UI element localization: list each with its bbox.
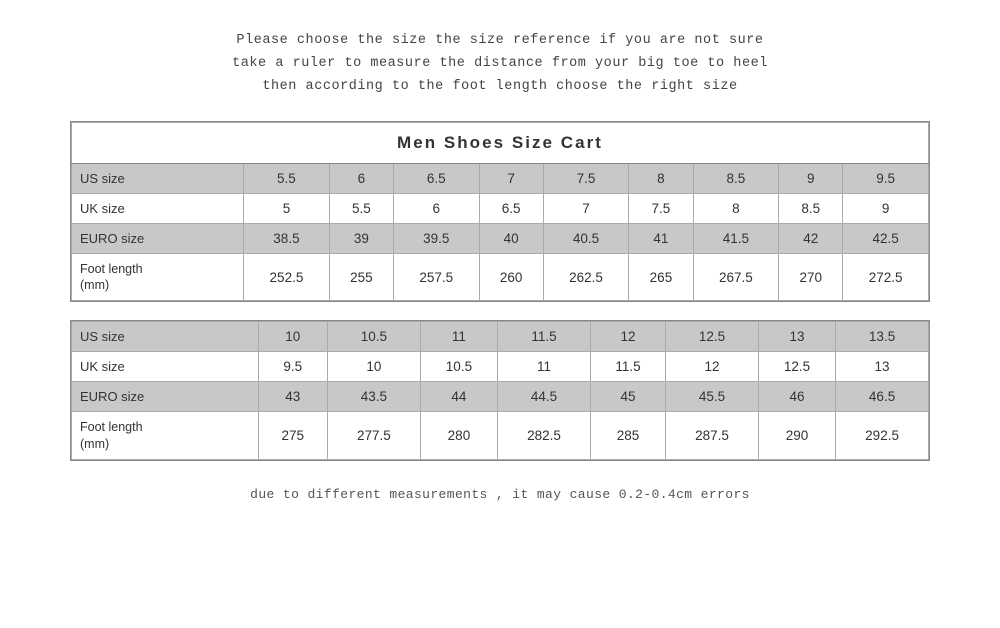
cell-value: 9 <box>843 193 929 223</box>
cell-value: 7.5 <box>629 193 693 223</box>
table-row: US size5.566.577.588.599.5 <box>72 163 929 193</box>
cell-value: 42.5 <box>843 223 929 253</box>
cell-value: 40 <box>479 223 543 253</box>
cell-value: 7 <box>543 193 629 223</box>
cell-value: 10.5 <box>327 322 420 352</box>
cell-value: 8.5 <box>779 193 843 223</box>
cell-value: 40.5 <box>543 223 629 253</box>
cell-value: 12 <box>666 352 759 382</box>
cell-value: 11.5 <box>590 352 665 382</box>
cell-value: 13 <box>836 352 929 382</box>
cell-value: 12 <box>590 322 665 352</box>
cell-value: 6.5 <box>479 193 543 223</box>
table1-container: Men Shoes Size CartUS size5.566.577.588.… <box>70 121 930 303</box>
cell-value: 8.5 <box>693 163 779 193</box>
table-row: US size1010.51111.51212.51313.5 <box>72 322 929 352</box>
cell-value: 45 <box>590 382 665 412</box>
cell-value: 12.5 <box>758 352 835 382</box>
cell-value: 280 <box>420 412 497 460</box>
intro-line3: then according to the foot length choose… <box>232 76 768 99</box>
table-row: Foot length(mm)252.5255257.5260262.52652… <box>72 253 929 301</box>
cell-value: 11 <box>420 322 497 352</box>
row-label: UK size <box>72 352 259 382</box>
table2: US size1010.51111.51212.51313.5UK size9.… <box>71 321 929 460</box>
cell-value: 6.5 <box>393 163 479 193</box>
cell-value: 46.5 <box>836 382 929 412</box>
cell-value: 5.5 <box>244 163 330 193</box>
cell-value: 265 <box>629 253 693 301</box>
cell-value: 45.5 <box>666 382 759 412</box>
cell-value: 39.5 <box>393 223 479 253</box>
row-label: EURO size <box>72 223 244 253</box>
cell-value: 42 <box>779 223 843 253</box>
cell-value: 5 <box>244 193 330 223</box>
cell-value: 11.5 <box>498 322 591 352</box>
cell-value: 41 <box>629 223 693 253</box>
cell-value: 270 <box>779 253 843 301</box>
cell-value: 11 <box>498 352 591 382</box>
table-row: UK size9.51010.51111.51212.513 <box>72 352 929 382</box>
row-label: US size <box>72 322 259 352</box>
cell-value: 46 <box>758 382 835 412</box>
cell-value: 7.5 <box>543 163 629 193</box>
cell-value: 43.5 <box>327 382 420 412</box>
cell-value: 260 <box>479 253 543 301</box>
cell-value: 12.5 <box>666 322 759 352</box>
cell-value: 10 <box>258 322 327 352</box>
cell-value: 277.5 <box>327 412 420 460</box>
cell-value: 262.5 <box>543 253 629 301</box>
cell-value: 292.5 <box>836 412 929 460</box>
cell-value: 9 <box>779 163 843 193</box>
cell-value: 6 <box>393 193 479 223</box>
cell-value: 9.5 <box>258 352 327 382</box>
cell-value: 5.5 <box>329 193 393 223</box>
cell-value: 10.5 <box>420 352 497 382</box>
table1: Men Shoes Size CartUS size5.566.577.588.… <box>71 122 929 302</box>
cell-value: 43 <box>258 382 327 412</box>
cell-value: 267.5 <box>693 253 779 301</box>
cell-value: 10 <box>327 352 420 382</box>
intro-line2: take a ruler to measure the distance fro… <box>232 53 768 76</box>
cell-value: 6 <box>329 163 393 193</box>
table-row: Foot length(mm)275277.5280282.5285287.52… <box>72 412 929 460</box>
cell-value: 290 <box>758 412 835 460</box>
row-label: EURO size <box>72 382 259 412</box>
cell-value: 13.5 <box>836 322 929 352</box>
cell-value: 38.5 <box>244 223 330 253</box>
intro-text: Please choose the size the size referenc… <box>232 30 768 99</box>
cell-value: 252.5 <box>244 253 330 301</box>
cell-value: 44.5 <box>498 382 591 412</box>
row-label: UK size <box>72 193 244 223</box>
table-title: Men Shoes Size Cart <box>72 122 929 163</box>
row-label: US size <box>72 163 244 193</box>
cell-value: 13 <box>758 322 835 352</box>
cell-value: 272.5 <box>843 253 929 301</box>
footer-text: due to different measurements , it may c… <box>250 487 750 502</box>
table2-container: US size1010.51111.51212.51313.5UK size9.… <box>70 320 930 461</box>
cell-value: 9.5 <box>843 163 929 193</box>
cell-value: 275 <box>258 412 327 460</box>
cell-value: 39 <box>329 223 393 253</box>
cell-value: 7 <box>479 163 543 193</box>
cell-value: 282.5 <box>498 412 591 460</box>
row-label: Foot length(mm) <box>72 253 244 301</box>
row-label: Foot length(mm) <box>72 412 259 460</box>
cell-value: 8 <box>629 163 693 193</box>
cell-value: 287.5 <box>666 412 759 460</box>
cell-value: 41.5 <box>693 223 779 253</box>
table-row: UK size55.566.577.588.59 <box>72 193 929 223</box>
intro-line1: Please choose the size the size referenc… <box>232 30 768 53</box>
cell-value: 285 <box>590 412 665 460</box>
table-row: EURO size4343.54444.54545.54646.5 <box>72 382 929 412</box>
cell-value: 8 <box>693 193 779 223</box>
cell-value: 44 <box>420 382 497 412</box>
cell-value: 255 <box>329 253 393 301</box>
cell-value: 257.5 <box>393 253 479 301</box>
table-row: EURO size38.53939.54040.54141.54242.5 <box>72 223 929 253</box>
